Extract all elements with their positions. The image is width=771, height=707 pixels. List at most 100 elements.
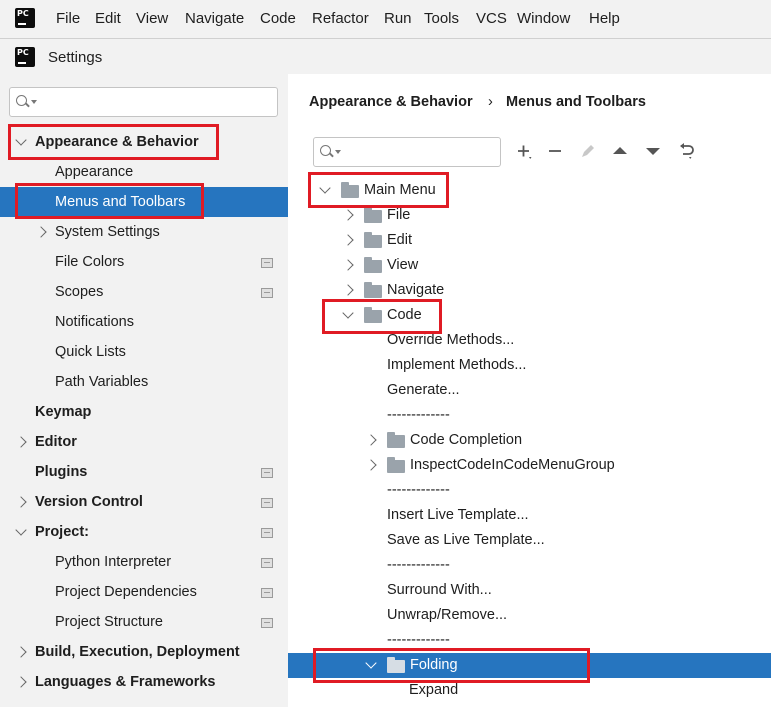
- tree-separator[interactable]: -------------: [288, 553, 771, 578]
- chevron-right-icon[interactable]: [342, 234, 354, 246]
- sidebar-item-label: Project Structure: [55, 614, 163, 630]
- sidebar-item-path-variables[interactable]: Path Variables: [0, 367, 288, 397]
- chevron-right-icon[interactable]: [365, 459, 377, 471]
- dialog-title: Settings: [48, 49, 103, 66]
- folder-icon: [364, 282, 382, 298]
- menu-navigate[interactable]: Navigate: [185, 10, 244, 27]
- menu-view[interactable]: View: [136, 10, 168, 27]
- sidebar-item-label: Languages & Frameworks: [35, 674, 216, 690]
- tree-group-inspectcodeincodemenugroup[interactable]: InspectCodeInCodeMenuGroup: [288, 453, 771, 478]
- tree-group-view[interactable]: View: [288, 253, 771, 278]
- actions-search-input[interactable]: [313, 137, 501, 167]
- sidebar-item-notifications[interactable]: Notifications: [0, 307, 288, 337]
- menu-edit[interactable]: Edit: [95, 10, 121, 27]
- menu-file[interactable]: File: [56, 10, 80, 27]
- tree-item-label: -------------: [387, 407, 450, 423]
- tree-action-implement-methods[interactable]: Implement Methods...: [288, 353, 771, 378]
- tree-action-unwrap-remove[interactable]: Unwrap/Remove...: [288, 603, 771, 628]
- sidebar-item-python-interpreter[interactable]: Python Interpreter: [0, 547, 288, 577]
- project-level-icon: [261, 258, 273, 268]
- tree-group-code-completion[interactable]: Code Completion: [288, 428, 771, 453]
- restore-icon[interactable]: [675, 140, 697, 162]
- breadcrumb-separator: ›: [488, 94, 493, 110]
- menu-code[interactable]: Code: [260, 10, 296, 27]
- sidebar-item-label: Path Variables: [55, 374, 149, 390]
- folder-icon: [387, 432, 405, 448]
- search-icon: [320, 145, 331, 156]
- project-level-icon: [261, 498, 273, 508]
- sidebar-item-label: Scopes: [55, 284, 104, 300]
- tree-item-label: View: [387, 257, 419, 273]
- chevron-right-icon[interactable]: [15, 646, 27, 658]
- menu-refactor[interactable]: Refactor: [312, 10, 369, 27]
- folder-icon: [387, 457, 405, 473]
- chevron-right-icon[interactable]: [342, 284, 354, 296]
- sidebar-item-label: Python Interpreter: [55, 554, 172, 570]
- sidebar-item-scopes[interactable]: Scopes: [0, 277, 288, 307]
- sidebar-item-file-colors[interactable]: File Colors: [0, 247, 288, 277]
- sidebar-item-label: Project:: [35, 524, 89, 540]
- menu-run[interactable]: Run: [384, 10, 412, 27]
- tree-separator[interactable]: -------------: [288, 403, 771, 428]
- tree-item-label: Generate...: [387, 382, 460, 398]
- sidebar-item-label: System Settings: [55, 224, 160, 240]
- sidebar-item-label: Keymap: [35, 404, 92, 420]
- sidebar-item-project[interactable]: Project:: [0, 517, 288, 547]
- tree-item-label: Surround With...: [387, 582, 492, 598]
- tree-item-label: Insert Live Template...: [387, 507, 529, 523]
- add-icon[interactable]: [513, 140, 535, 162]
- sidebar-item-project-structure[interactable]: Project Structure: [0, 607, 288, 637]
- sidebar-item-version-control[interactable]: Version Control: [0, 487, 288, 517]
- sidebar-item-languages-frameworks[interactable]: Languages & Frameworks: [0, 667, 288, 697]
- highlight-folding: [313, 648, 590, 683]
- tree-item-label: Implement Methods...: [387, 357, 527, 373]
- chevron-right-icon[interactable]: [342, 259, 354, 271]
- menu-tools[interactable]: Tools: [424, 10, 459, 27]
- search-icon: [16, 95, 27, 106]
- highlight-menus-and-toolbars: [15, 183, 204, 219]
- chevron-right-icon[interactable]: [365, 434, 377, 446]
- move-down-icon[interactable]: [642, 140, 664, 162]
- menu-help[interactable]: Help: [589, 10, 620, 27]
- sidebar-item-project-dependencies[interactable]: Project Dependencies: [0, 577, 288, 607]
- tree-action-generate[interactable]: Generate...: [288, 378, 771, 403]
- tree-item-label: InspectCodeInCodeMenuGroup: [410, 457, 615, 473]
- chevron-down-icon: [31, 100, 37, 104]
- sidebar-item-label: File Colors: [55, 254, 125, 270]
- tree-separator[interactable]: -------------: [288, 478, 771, 503]
- chevron-right-icon[interactable]: [15, 496, 27, 508]
- sidebar-item-system-settings[interactable]: System Settings: [0, 217, 288, 247]
- sidebar-item-plugins[interactable]: Plugins: [0, 457, 288, 487]
- breadcrumb-parent[interactable]: Appearance & Behavior: [309, 94, 473, 110]
- sidebar-item-label: Plugins: [35, 464, 88, 480]
- chevron-right-icon[interactable]: [15, 676, 27, 688]
- remove-icon[interactable]: [544, 140, 566, 162]
- tree-action-save-as-live-template[interactable]: Save as Live Template...: [288, 528, 771, 553]
- sidebar-item-quick-lists[interactable]: Quick Lists: [0, 337, 288, 367]
- project-level-icon: [261, 288, 273, 298]
- chevron-right-icon[interactable]: [35, 226, 47, 238]
- sidebar-item-keymap[interactable]: Keymap: [0, 397, 288, 427]
- menu-window[interactable]: Window: [517, 10, 570, 27]
- menu-vcs[interactable]: VCS: [476, 10, 507, 27]
- sidebar-item-build-execution-deployment[interactable]: Build, Execution, Deployment: [0, 637, 288, 667]
- pycharm-logo-icon: PC: [12, 44, 38, 70]
- chevron-right-icon[interactable]: [342, 209, 354, 221]
- chevron-down-icon[interactable]: [15, 524, 27, 536]
- chevron-right-icon[interactable]: [15, 436, 27, 448]
- tree-action-insert-live-template[interactable]: Insert Live Template...: [288, 503, 771, 528]
- tree-action-surround-with[interactable]: Surround With...: [288, 578, 771, 603]
- dialog-title-bar: PC Settings: [0, 38, 771, 75]
- highlight-code: [322, 299, 442, 334]
- sidebar-search-input[interactable]: [9, 87, 278, 117]
- sidebar-item-label: Project Dependencies: [55, 584, 197, 600]
- move-up-icon[interactable]: [609, 140, 631, 162]
- tree-item-label: Code Completion: [410, 432, 523, 448]
- sidebar-item-editor[interactable]: Editor: [0, 427, 288, 457]
- tree-group-edit[interactable]: Edit: [288, 228, 771, 253]
- chevron-down-icon: [335, 150, 341, 154]
- edit-icon[interactable]: [577, 140, 599, 162]
- highlight-main-menu: [308, 172, 449, 208]
- sidebar-item-label: Notifications: [55, 314, 134, 330]
- folder-icon: [364, 207, 382, 223]
